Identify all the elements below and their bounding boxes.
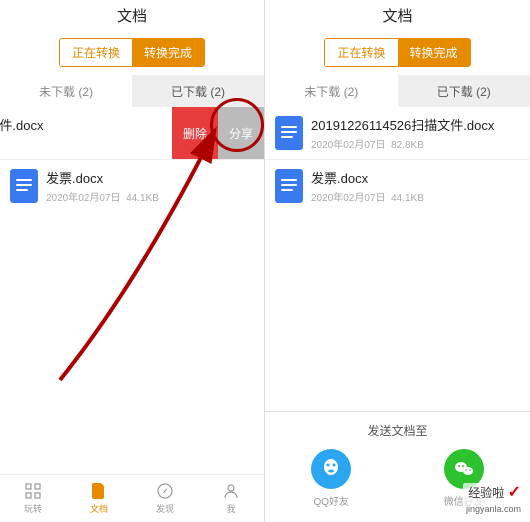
nav-play[interactable]: 玩转: [0, 475, 66, 522]
tab-downloaded[interactable]: 已下载 (2): [132, 75, 264, 107]
segment-control[interactable]: 正在转换 转换完成: [324, 38, 470, 67]
nav-discover[interactable]: 发现: [132, 475, 198, 522]
seg-done[interactable]: 转换完成: [398, 39, 470, 66]
document-icon: [275, 169, 303, 203]
watermark: 经验啦 ✓ jingyanla.com: [463, 483, 524, 516]
document-icon: [90, 482, 108, 500]
file-meta: 2020年02月07日 82.8KB: [311, 136, 520, 151]
file-row[interactable]: 20191226114526扫描文件.docx 2020年02月07日 82.8…: [265, 107, 530, 159]
nav-me[interactable]: 我: [198, 475, 264, 522]
file-name: 发票.docx: [311, 168, 520, 187]
file-meta: 2020年02月07日 44.1KB: [46, 189, 254, 204]
right-pane: 文档 正在转换 转换完成 未下载 (2) 已下载 (2) 20191226114…: [265, 0, 530, 522]
share-button[interactable]: 分享: [218, 107, 264, 159]
nav-label: 我: [226, 502, 235, 515]
download-tabs: 未下载 (2) 已下载 (2): [265, 75, 530, 107]
file-name: 发票.docx: [46, 168, 254, 187]
file-row[interactable]: 发票.docx 2020年02月07日 44.1KB: [265, 160, 530, 212]
nav-label: 玩转: [24, 502, 42, 515]
compass-icon: [156, 482, 174, 500]
file-row[interactable]: 114526扫描文件.docx 7日 82.8KB 删除 分享: [0, 107, 172, 159]
file-name: 114526扫描文件.docx: [0, 115, 162, 134]
sheet-title: 发送文档至: [265, 422, 530, 449]
download-tabs: 未下载 (2) 已下载 (2): [0, 75, 264, 107]
grid-icon: [24, 482, 42, 500]
nav-label: 发现: [156, 502, 174, 515]
tab-not-downloaded[interactable]: 未下载 (2): [265, 75, 398, 107]
seg-done[interactable]: 转换完成: [132, 39, 204, 66]
nav-label: 文档: [90, 502, 108, 515]
page-title: 文档: [265, 0, 530, 30]
file-meta: 7日 82.8KB: [0, 136, 162, 151]
bottom-nav: 玩转 文档 发现 我: [0, 474, 264, 522]
tab-downloaded[interactable]: 已下载 (2): [398, 75, 530, 107]
document-icon: [10, 169, 38, 203]
check-icon: ✓: [508, 484, 521, 501]
swipe-actions: 删除 分享: [172, 107, 264, 159]
file-name: 20191226114526扫描文件.docx: [311, 115, 520, 134]
document-icon: [275, 116, 303, 150]
user-icon: [222, 482, 240, 500]
delete-button[interactable]: 删除: [172, 107, 218, 159]
seg-converting[interactable]: 正在转换: [325, 39, 397, 66]
file-row[interactable]: 发票.docx 2020年02月07日 44.1KB: [0, 160, 264, 212]
nav-doc[interactable]: 文档: [66, 475, 132, 522]
tab-not-downloaded[interactable]: 未下载 (2): [0, 75, 132, 107]
seg-converting[interactable]: 正在转换: [60, 39, 132, 66]
share-label: QQ好友: [313, 493, 349, 508]
left-pane: 文档 正在转换 转换完成 未下载 (2) 已下载 (2) 114526扫描文件.…: [0, 0, 265, 522]
file-meta: 2020年02月07日 44.1KB: [311, 189, 520, 204]
share-qq[interactable]: QQ好友: [311, 449, 351, 508]
page-title: 文档: [0, 0, 264, 30]
qq-icon: [311, 449, 351, 489]
segment-control[interactable]: 正在转换 转换完成: [59, 38, 205, 67]
